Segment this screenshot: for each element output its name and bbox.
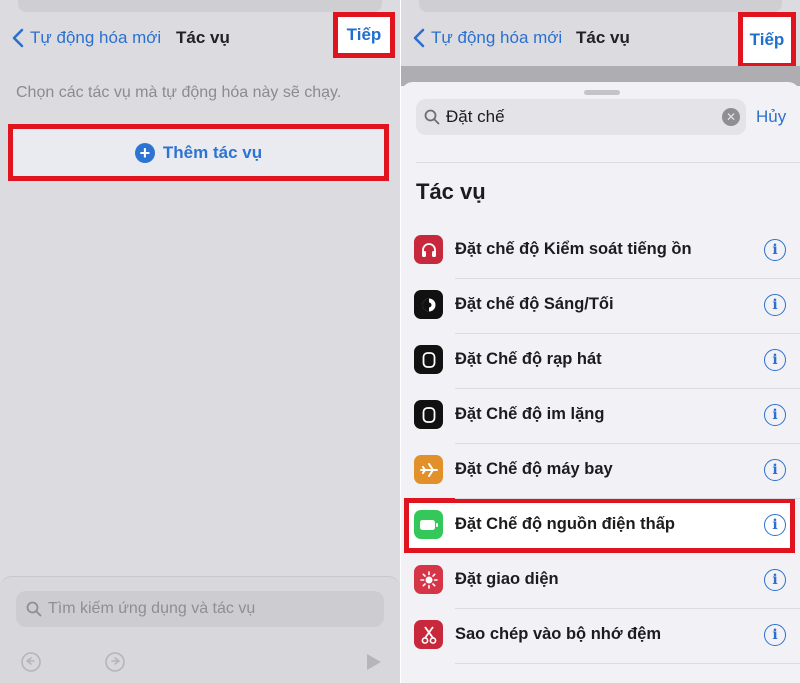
divider (416, 162, 800, 163)
brightness-icon (414, 565, 443, 594)
action-label: Đặt Chế độ máy bay (455, 460, 613, 478)
nav-bar: Tự động hóa mới Tác vụ Tiếp (0, 10, 400, 66)
page-title: Tác vụ (176, 28, 230, 47)
list-item[interactable]: Đặt Chế độ im lặng i (401, 389, 800, 444)
action-label: Đặt Chế độ rạp hát (455, 350, 602, 368)
plus-circle-icon: + (134, 142, 155, 163)
list-item[interactable]: Sao chép vào bộ nhớ đệm i (401, 609, 800, 664)
add-action-label: Thêm tác vụ (162, 142, 263, 162)
section-title: Tác vụ (416, 179, 486, 204)
next-label: Tiếp (346, 25, 382, 44)
back-label: Tự động hóa mới (30, 28, 162, 47)
next-label: Tiếp (749, 30, 785, 49)
battery-icon (414, 510, 443, 539)
watch-icon (414, 400, 443, 429)
watch-icon (414, 345, 443, 374)
search-icon (424, 109, 440, 125)
action-label: Đặt Chế độ im lặng (455, 405, 605, 423)
chevron-left-icon (12, 28, 24, 48)
right-screen: Tự động hóa mới Tác vụ Tiếp Đặt chế ✕ Hủ… (401, 0, 800, 683)
redo-icon[interactable] (104, 651, 126, 673)
next-button[interactable]: Tiếp (738, 12, 796, 68)
back-button[interactable]: Tự động hóa mới (12, 28, 161, 48)
search-placeholder: Tìm kiếm ứng dụng và tác vụ (48, 600, 256, 617)
search-value: Đặt chế (446, 107, 505, 126)
sheet-grabber[interactable] (584, 90, 620, 95)
search-input[interactable]: Đặt chế ✕ (416, 99, 746, 135)
info-icon[interactable]: i (764, 624, 786, 646)
list-item[interactable]: Đặt giao diện i (401, 554, 800, 609)
left-screen: Tự động hóa mới Tác vụ Tiếp Chọn các tác… (0, 0, 400, 683)
action-label: Đặt chế độ Kiểm soát tiếng ồn (455, 240, 692, 258)
list-item-highlighted[interactable]: Đặt Chế độ nguồn điện thấp i (401, 499, 800, 554)
page-title: Tác vụ (576, 28, 630, 47)
clear-icon[interactable]: ✕ (722, 108, 740, 126)
play-icon[interactable] (362, 651, 384, 673)
action-label: Sao chép vào bộ nhớ đệm (455, 625, 662, 643)
back-button[interactable]: Tự động hóa mới (413, 28, 562, 48)
headphones-icon (414, 235, 443, 264)
info-icon[interactable]: i (764, 294, 786, 316)
appearance-icon (414, 290, 443, 319)
back-label: Tự động hóa mới (431, 28, 563, 47)
instruction-text: Chọn các tác vụ mà tự động hóa này sẽ ch… (16, 84, 342, 101)
add-action-button[interactable]: + Thêm tác vụ (8, 124, 389, 181)
info-icon[interactable]: i (764, 514, 786, 536)
info-icon[interactable]: i (764, 569, 786, 591)
action-label: Đặt giao diện (455, 570, 559, 588)
search-input[interactable]: Tìm kiếm ứng dụng và tác vụ (16, 591, 384, 627)
action-label: Đặt Chế độ nguồn điện thấp (455, 515, 675, 533)
info-icon[interactable]: i (764, 349, 786, 371)
undo-icon[interactable] (20, 651, 42, 673)
search-icon (26, 601, 42, 617)
row-separator (455, 663, 800, 664)
airplane-icon (414, 455, 443, 484)
info-icon[interactable]: i (764, 239, 786, 261)
action-search-sheet: Đặt chế ✕ Hủy Tác vụ Đặt chế độ Kiểm soá… (401, 82, 800, 683)
list-item[interactable]: Đặt chế độ Sáng/Tối i (401, 279, 800, 334)
info-icon[interactable]: i (764, 459, 786, 481)
info-icon[interactable]: i (764, 404, 786, 426)
bottom-search-drawer: Tìm kiếm ứng dụng và tác vụ (0, 576, 400, 683)
chevron-left-icon (413, 28, 425, 48)
nav-bar: Tự động hóa mới Tác vụ Tiếp (401, 10, 800, 68)
scissors-icon (414, 620, 443, 649)
list-item[interactable]: Đặt Chế độ máy bay i (401, 444, 800, 499)
list-item[interactable]: Đặt chế độ Kiểm soát tiếng ồn i (401, 224, 800, 279)
next-button[interactable]: Tiếp (333, 12, 395, 58)
list-item[interactable]: Đặt Chế độ rạp hát i (401, 334, 800, 389)
action-label: Đặt chế độ Sáng/Tối (455, 295, 614, 313)
cancel-button[interactable]: Hủy (756, 107, 786, 127)
